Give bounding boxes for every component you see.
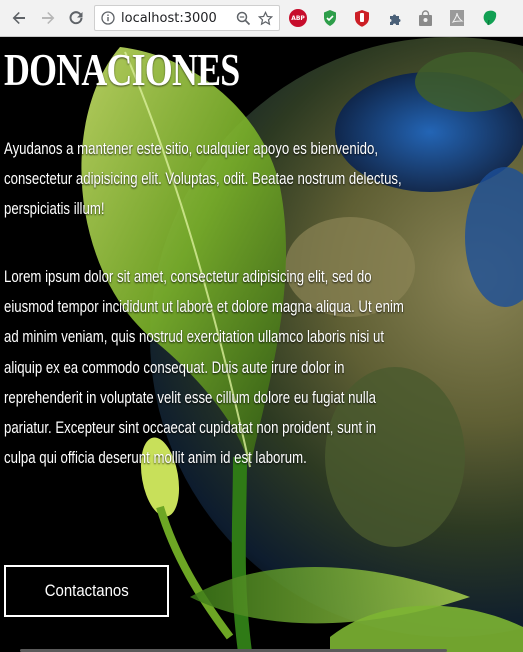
browser-toolbar: localhost:3000 ABP [0,0,523,37]
bookmark-star-icon[interactable] [257,10,273,26]
puzzle-icon[interactable] [386,9,404,27]
contact-button-label: Contactanos [44,581,129,600]
abp-label: ABP [291,14,305,22]
intro-paragraph: Ayudanos a mantener este sitio, cualquie… [4,140,402,219]
contact-button[interactable]: Contactanos [4,565,169,617]
body-paragraph: Lorem ipsum dolor sit amet, consectetur … [4,268,404,468]
pdf-icon[interactable] [448,9,466,27]
leaf-icon[interactable] [480,9,498,27]
zoom-icon[interactable] [235,10,251,26]
abp-icon[interactable]: ABP [289,9,307,27]
forward-arrow-icon [42,12,55,24]
page-title: DONACIONES [4,44,240,95]
bag-icon[interactable] [416,9,434,27]
url-text[interactable]: localhost:3000 [121,11,235,26]
address-bar[interactable]: localhost:3000 [94,5,280,31]
ublock-icon[interactable] [353,9,371,27]
info-icon [101,11,115,25]
page-viewport: DONACIONES Ayudanos a mantener este siti… [0,37,523,652]
reload-icon [69,11,83,25]
shield-icon[interactable] [321,9,339,27]
back-button[interactable] [8,7,30,29]
forward-button[interactable] [37,7,59,29]
back-arrow-icon [12,12,25,24]
reload-button[interactable] [65,7,87,29]
